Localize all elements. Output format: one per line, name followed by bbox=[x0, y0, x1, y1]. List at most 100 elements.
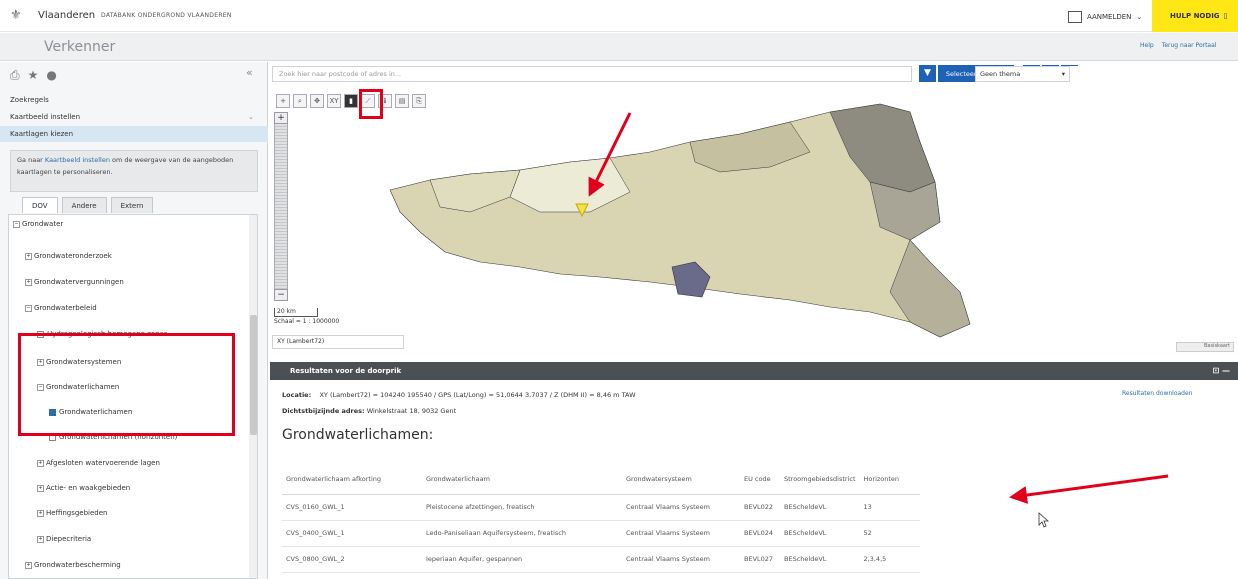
tree-item-13[interactable]: + Grondwaterbescherming bbox=[25, 561, 121, 569]
table-cell: Pleistocene afzettingen, freatisch bbox=[422, 494, 622, 521]
collapse-panel-icon[interactable]: « bbox=[246, 66, 253, 79]
section-zoekregels[interactable]: Zoekregels bbox=[0, 92, 268, 108]
table-cell: CVS_0160_GWL_1 bbox=[282, 494, 422, 521]
table-cell: BEScheldeVL bbox=[780, 520, 860, 547]
table-cell: 13 bbox=[859, 494, 920, 521]
expand-icon[interactable]: + bbox=[25, 561, 32, 569]
tree-item-label: Grondwatervergunningen bbox=[34, 278, 124, 286]
help-icon: ▯ bbox=[1223, 12, 1228, 20]
tree-item-0[interactable]: − Grondwater bbox=[13, 220, 63, 228]
kaartbeeld-instellen-link[interactable]: Kaartbeeld instellen bbox=[45, 156, 110, 164]
table-cell: BEVL024 bbox=[740, 520, 780, 547]
table-cell: 2,3,4,5 bbox=[859, 546, 920, 573]
location-line: Locatie: XY (Lambert72) = 104240 195540 … bbox=[282, 391, 636, 399]
tree-item-9[interactable]: + Afgesloten watervoerende lagen bbox=[37, 459, 160, 467]
table-cell: BEVL022 bbox=[740, 494, 780, 521]
help-link[interactable]: Help bbox=[1140, 42, 1154, 49]
tree-item-1[interactable]: + Grondwateronderzoek bbox=[25, 252, 112, 260]
brand-subtitle: DATABANK ONDERGROND VLAANDEREN bbox=[101, 12, 232, 19]
table-cell: Centraal Vlaams Systeem bbox=[622, 546, 740, 573]
results-header: Resultaten voor de doorprik ⊡ — bbox=[270, 362, 1238, 380]
column-header[interactable]: Horizonten bbox=[859, 464, 920, 495]
left-panel: ⎙ ★ ● « Zoekregels Kaartbeeld instellen ⌄… bbox=[0, 62, 268, 579]
scale-bar-graphic: 20 km bbox=[274, 308, 318, 317]
header-links: Help Terug naar Portaal bbox=[1140, 42, 1216, 49]
chevron-down-icon: ⌄ bbox=[248, 113, 254, 121]
expand-icon[interactable]: + bbox=[37, 459, 44, 467]
tab-andere[interactable]: Andere bbox=[61, 197, 107, 213]
expand-icon[interactable]: + bbox=[37, 535, 44, 543]
tree-item-11[interactable]: + Heffingsgebieden bbox=[37, 509, 108, 517]
table-cell: Centraal Vlaams Systeem bbox=[622, 520, 740, 547]
tree-item-label: Grondwateronderzoek bbox=[34, 252, 112, 260]
table-row[interactable]: CVS_0400_GWL_1 Ledo-Paniseliaan Aquifersy… bbox=[282, 520, 920, 547]
app-titlebar: Verkenner Help Terug naar Portaal bbox=[0, 33, 1238, 61]
coordinate-system-select[interactable]: XY (Lambert72) bbox=[272, 335, 404, 349]
results-title: Grondwaterlichamen: bbox=[282, 427, 434, 443]
highlight-box-tool bbox=[359, 89, 383, 119]
tree-item-2[interactable]: + Grondwatervergunningen bbox=[25, 278, 124, 286]
info-box: Ga naar Kaartbeeld instellen om de weerg… bbox=[10, 150, 258, 192]
results-table: Grondwaterlichaam afkorting Grondwaterlic… bbox=[282, 464, 920, 573]
table-row[interactable]: CVS_0160_GWL_1 Pleistocene afzettingen, f… bbox=[282, 494, 920, 521]
basemap-switcher[interactable]: Basiskaart bbox=[1176, 342, 1234, 352]
user-icon bbox=[1068, 11, 1082, 23]
tree-item-label: Actie- en waakgebieden bbox=[46, 484, 131, 492]
column-header[interactable]: EU code bbox=[740, 464, 780, 495]
column-header[interactable]: Grondwatersysteem bbox=[622, 464, 740, 495]
panel-controls: ⊡ — bbox=[1213, 366, 1231, 375]
brand-name[interactable]: Vlaanderen bbox=[38, 10, 95, 21]
star-icon[interactable]: ★ bbox=[28, 68, 39, 83]
tree-item-label: Grondwater bbox=[22, 220, 64, 228]
tree-item-label: Grondwaterbescherming bbox=[34, 561, 121, 569]
table-cell: Ieperiaan Aquifer, gespannen bbox=[422, 546, 622, 573]
expand-icon[interactable]: + bbox=[37, 509, 44, 517]
section-kaartbeeld-instellen[interactable]: Kaartbeeld instellen ⌄ bbox=[0, 109, 268, 125]
table-cell: CVS_0800_GWL_2 bbox=[282, 546, 422, 573]
tab-extern[interactable]: Extern bbox=[110, 197, 154, 213]
table-cell: BEVL027 bbox=[740, 546, 780, 573]
collapse-icon[interactable]: − bbox=[13, 220, 20, 228]
expand-icon[interactable]: + bbox=[25, 278, 32, 286]
table-row[interactable]: CVS_0800_GWL_2 Ieperiaan Aquifer, gespann… bbox=[282, 546, 920, 573]
table-cell: BEScheldeVL bbox=[780, 494, 860, 521]
scale-bar: 20 km Schaal = 1 : 1000000 bbox=[274, 308, 339, 325]
results-panel: Resultaten voor de doorprik ⊡ — Locatie:… bbox=[270, 362, 1238, 579]
print-icon[interactable]: ⎙ bbox=[10, 68, 20, 83]
tree-item-label: Grondwaterbeleid bbox=[34, 304, 97, 312]
login-button[interactable]: AANMELDEN ⌄ bbox=[1068, 6, 1142, 28]
maximize-icon[interactable]: ⊡ bbox=[1213, 366, 1220, 375]
page-title: Verkenner bbox=[44, 39, 116, 55]
column-header[interactable]: Grondwaterlichaam afkorting bbox=[282, 464, 422, 495]
scrollbar-thumb[interactable] bbox=[250, 315, 257, 435]
tree-scrollbar[interactable] bbox=[249, 215, 257, 578]
table-cell: Ledo-Paniseliaan Aquifersysteem, freatis… bbox=[422, 520, 622, 547]
column-header[interactable]: Grondwaterlichaam bbox=[422, 464, 622, 495]
help-button[interactable]: HULP NODIG ▯ bbox=[1152, 0, 1238, 32]
top-header: ⚜ Vlaanderen DATABANK ONDERGROND VLAANDE… bbox=[0, 0, 1238, 32]
minimize-icon[interactable]: — bbox=[1222, 366, 1230, 375]
map-canvas[interactable] bbox=[270, 62, 1238, 360]
section-kaartlagen-kiezen[interactable]: Kaartlagen kiezen bbox=[0, 126, 268, 142]
expand-icon[interactable]: + bbox=[37, 484, 44, 492]
tab-dov[interactable]: DOV bbox=[22, 197, 58, 213]
vlaanderen-logo-icon[interactable]: ⚜ bbox=[10, 8, 22, 23]
layer-tabs: DOV Andere Extern bbox=[22, 197, 154, 213]
collapse-icon[interactable]: − bbox=[25, 304, 32, 312]
tree-item-3[interactable]: − Grondwaterbeleid bbox=[25, 304, 97, 312]
column-header[interactable]: Stroomgebiedsdistrict bbox=[780, 464, 860, 495]
table-cell: CVS_0400_GWL_1 bbox=[282, 520, 422, 547]
globe-icon[interactable]: ● bbox=[46, 68, 56, 83]
address-line: Dichtstbijzijnde adres: Winkelstraat 18,… bbox=[282, 407, 457, 415]
expand-icon[interactable]: + bbox=[25, 252, 32, 260]
chevron-down-icon: ⌄ bbox=[1136, 13, 1143, 21]
portal-link[interactable]: Terug naar Portaal bbox=[1162, 42, 1217, 49]
table-cell: Centraal Vlaams Systeem bbox=[622, 494, 740, 521]
table-cell: BEScheldeVL bbox=[780, 546, 860, 573]
tree-item-label: Diepecriteria bbox=[46, 535, 92, 543]
map-area[interactable]: Zoek hier naar postcode of adres in... ▼… bbox=[270, 62, 1238, 360]
tree-item-10[interactable]: + Actie- en waakgebieden bbox=[37, 484, 130, 492]
highlight-box-tree bbox=[18, 333, 235, 436]
download-results-link[interactable]: Resultaten downloaden bbox=[1122, 390, 1192, 397]
tree-item-12[interactable]: + Diepecriteria bbox=[37, 535, 91, 543]
